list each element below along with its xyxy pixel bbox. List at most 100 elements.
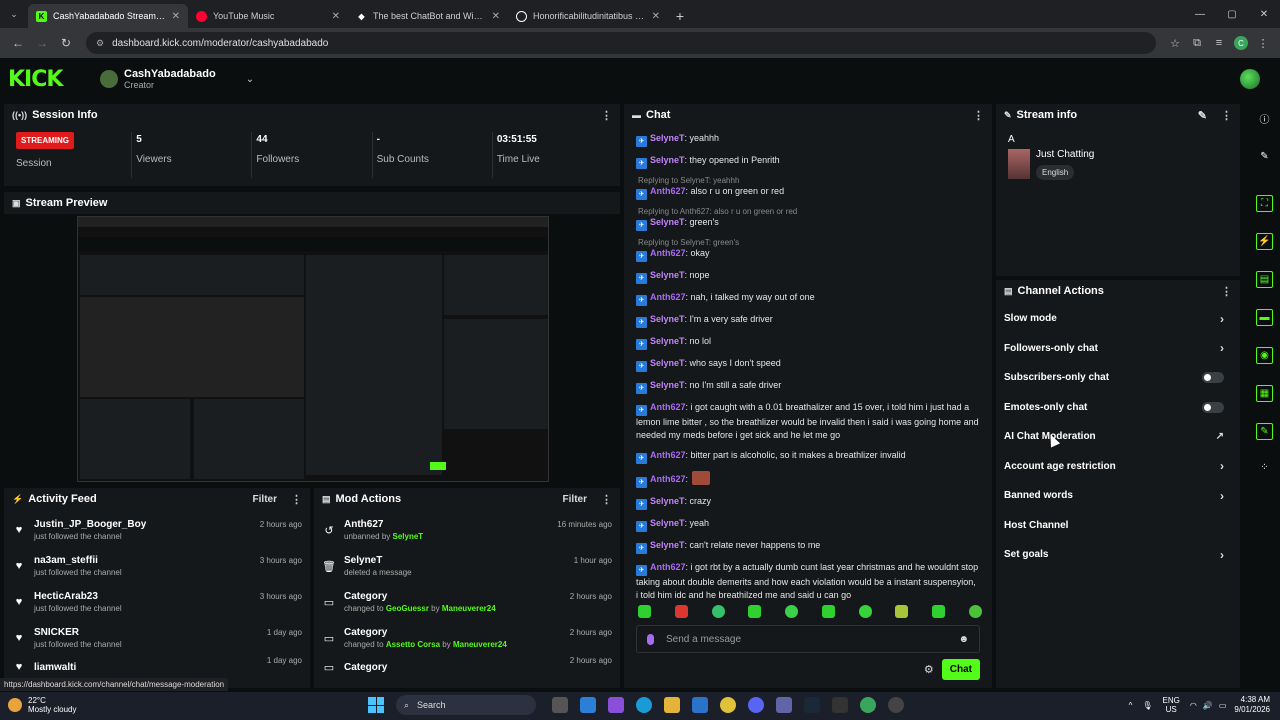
chat-message[interactable]: ✈ SelyneT: they opened in Penrith	[636, 154, 980, 169]
chat-message-input[interactable]: Send a message ☻	[636, 625, 980, 653]
volume-icon[interactable]: 🔊	[1203, 701, 1213, 710]
chat-username[interactable]: SelyneT	[650, 518, 685, 528]
chat-messages[interactable]: ✈ SelyneT: yeahhh ✈ SelyneT: they opened in…	[624, 126, 992, 602]
chat-username[interactable]: Anth627	[650, 450, 686, 460]
minimize-icon[interactable]: —	[1184, 0, 1216, 28]
mail-icon[interactable]	[692, 697, 708, 713]
chat-message[interactable]: ✈ Anth627: i got caught with a 0.01 breat…	[636, 401, 980, 442]
chat-message[interactable]: ✈ Anth627: also r u on green or red	[636, 185, 980, 200]
menu-kebab-icon[interactable]: ⋮	[1252, 32, 1274, 54]
battery-icon[interactable]: ▭	[1219, 701, 1227, 710]
chat-message[interactable]: ✈ Anth627: nah, i talked my way out of on…	[636, 291, 980, 306]
teams-icon[interactable]	[776, 697, 792, 713]
activity-user[interactable]: SNICKER	[34, 627, 267, 638]
forward-icon[interactable]: →	[30, 31, 54, 55]
activity-user[interactable]: HecticArab23	[34, 591, 260, 602]
channel-action-slow-mode[interactable]: Slow mode ›	[996, 304, 1240, 334]
microphone-icon[interactable]	[647, 633, 654, 645]
send-chat-button[interactable]: Chat	[941, 659, 980, 680]
more-options-icon[interactable]: ⋮	[601, 493, 612, 506]
chat-username[interactable]: Anth627	[650, 248, 686, 258]
notes-icon[interactable]: ▤	[1256, 271, 1273, 288]
chat-username[interactable]: Anth627	[650, 186, 686, 196]
chat-message[interactable]: ✈ SelyneT: can't relate never happens to …	[636, 539, 980, 554]
channel-action-ai-chat-moderation[interactable]: AI Chat Moderation ↗	[996, 422, 1240, 452]
chat-username[interactable]: SelyneT	[650, 217, 685, 227]
category-link[interactable]: Assetto Corsa	[386, 640, 440, 649]
chat-username[interactable]: Anth627	[650, 402, 686, 412]
chat-username[interactable]: SelyneT	[650, 358, 685, 368]
clock[interactable]: 4:38 AM 9/01/2026	[1234, 695, 1270, 715]
store-icon[interactable]	[580, 697, 596, 713]
emote-icon[interactable]	[785, 605, 799, 618]
channel-action-emotes-only-chat[interactable]: Emotes-only chat	[996, 393, 1240, 423]
category-thumbnail[interactable]	[1008, 149, 1030, 179]
chat-message[interactable]: ✈ SelyneT: green's	[636, 216, 980, 231]
category-link[interactable]: GeoGuessr	[386, 604, 429, 613]
channel-action-host-channel[interactable]: Host Channel	[996, 511, 1240, 541]
tab-google[interactable]: Honorificabilitudinitatibus - Go ✕	[508, 4, 668, 28]
chat-message[interactable]: ✈ SelyneT: no lol	[636, 335, 980, 350]
emote-icon[interactable]	[821, 605, 835, 618]
extensions-icon[interactable]: ⧉	[1186, 32, 1208, 54]
chat-username[interactable]: Anth627	[650, 292, 686, 302]
more-options-icon[interactable]: ⋮	[973, 109, 984, 122]
chat-message[interactable]: ✈ Anth627: okay	[636, 247, 980, 262]
mod-action-user[interactable]: SelyneT	[393, 532, 424, 541]
channel-action-banned-words[interactable]: Banned words ›	[996, 481, 1240, 511]
edit-icon[interactable]: ✎	[1256, 148, 1273, 165]
chat-settings-gear-icon[interactable]: ⚙	[924, 663, 934, 676]
mod-action-user[interactable]: Maneuverer24	[442, 604, 496, 613]
mod-action-subject[interactable]: SelyneT	[344, 555, 574, 566]
edit-pencil-icon[interactable]: ✎	[1198, 109, 1207, 122]
back-icon[interactable]: ←	[6, 31, 30, 55]
emote-icon[interactable]	[968, 605, 982, 618]
emote-icon[interactable]	[748, 605, 762, 618]
language-indicator[interactable]: ENG US	[1163, 696, 1180, 714]
chat-message[interactable]: ✈ Anth627: i got rbt by a actually dumb c…	[636, 561, 980, 602]
channel-action-set-goals[interactable]: Set goals ›	[996, 540, 1240, 570]
tab-youtube-music[interactable]: YouTube Music ✕	[188, 4, 348, 28]
more-options-icon[interactable]: ⋮	[601, 109, 612, 122]
chat-message[interactable]: ✈ Anth627:	[636, 471, 980, 488]
activity-user[interactable]: na3am_steffii	[34, 555, 260, 566]
kick-logo[interactable]: KICK	[8, 67, 88, 92]
chat-username[interactable]: SelyneT	[650, 133, 685, 143]
filter-button[interactable]: Filter	[563, 494, 587, 505]
file-explorer-icon[interactable]	[664, 697, 680, 713]
network-icon[interactable]: ◠	[1190, 701, 1197, 710]
toggle-switch[interactable]	[1202, 401, 1224, 413]
tab-kick[interactable]: K CashYabadabado Stream - Kick ✕	[28, 4, 188, 28]
channel-switcher[interactable]: CashYabadabado Creator ⌄	[100, 68, 254, 90]
more-options-icon[interactable]: ⋮	[1221, 109, 1232, 122]
tab-chatbot[interactable]: ◆ The best ChatBot and Widgets ✕	[348, 4, 508, 28]
close-icon[interactable]: ✕	[652, 11, 660, 22]
fullscreen-icon[interactable]: ⛶	[1256, 195, 1273, 212]
app-icon[interactable]	[832, 697, 848, 713]
stream-preview-video[interactable]	[77, 216, 549, 482]
discord-icon[interactable]	[748, 697, 764, 713]
lightning-icon[interactable]: ⚡	[1256, 233, 1273, 250]
activity-user[interactable]: Justin_JP_Booger_Boy	[34, 519, 260, 530]
chat-username[interactable]: SelyneT	[650, 496, 685, 506]
tab-search-icon[interactable]: ⌄	[0, 0, 28, 28]
user-avatar[interactable]	[1240, 69, 1260, 89]
layout-icon[interactable]: ▦	[1256, 385, 1273, 402]
close-window-icon[interactable]: ✕	[1248, 0, 1280, 28]
chat-message[interactable]: ✈ SelyneT: no I'm still a safe driver	[636, 379, 980, 394]
broadcast-icon[interactable]: ◉	[1256, 347, 1273, 364]
weather-widget[interactable]: 22°C Mostly cloudy	[8, 696, 76, 714]
filter-button[interactable]: Filter	[253, 494, 277, 505]
chat-message[interactable]: ✈ SelyneT: nope	[636, 269, 980, 284]
emote-icon[interactable]	[674, 605, 688, 618]
chat-icon[interactable]: ▬	[1256, 309, 1273, 326]
info-icon[interactable]: ⓘ	[1256, 110, 1273, 127]
more-options-icon[interactable]: ⋮	[291, 493, 302, 506]
chat-username[interactable]: SelyneT	[650, 380, 685, 390]
emote-icon[interactable]	[895, 605, 909, 618]
close-icon[interactable]: ✕	[332, 11, 340, 22]
reload-icon[interactable]: ↻	[54, 31, 78, 55]
taskbar-search[interactable]: ⌕ Search	[396, 695, 536, 715]
chat-username[interactable]: SelyneT	[650, 314, 685, 324]
steam-icon[interactable]	[804, 697, 820, 713]
